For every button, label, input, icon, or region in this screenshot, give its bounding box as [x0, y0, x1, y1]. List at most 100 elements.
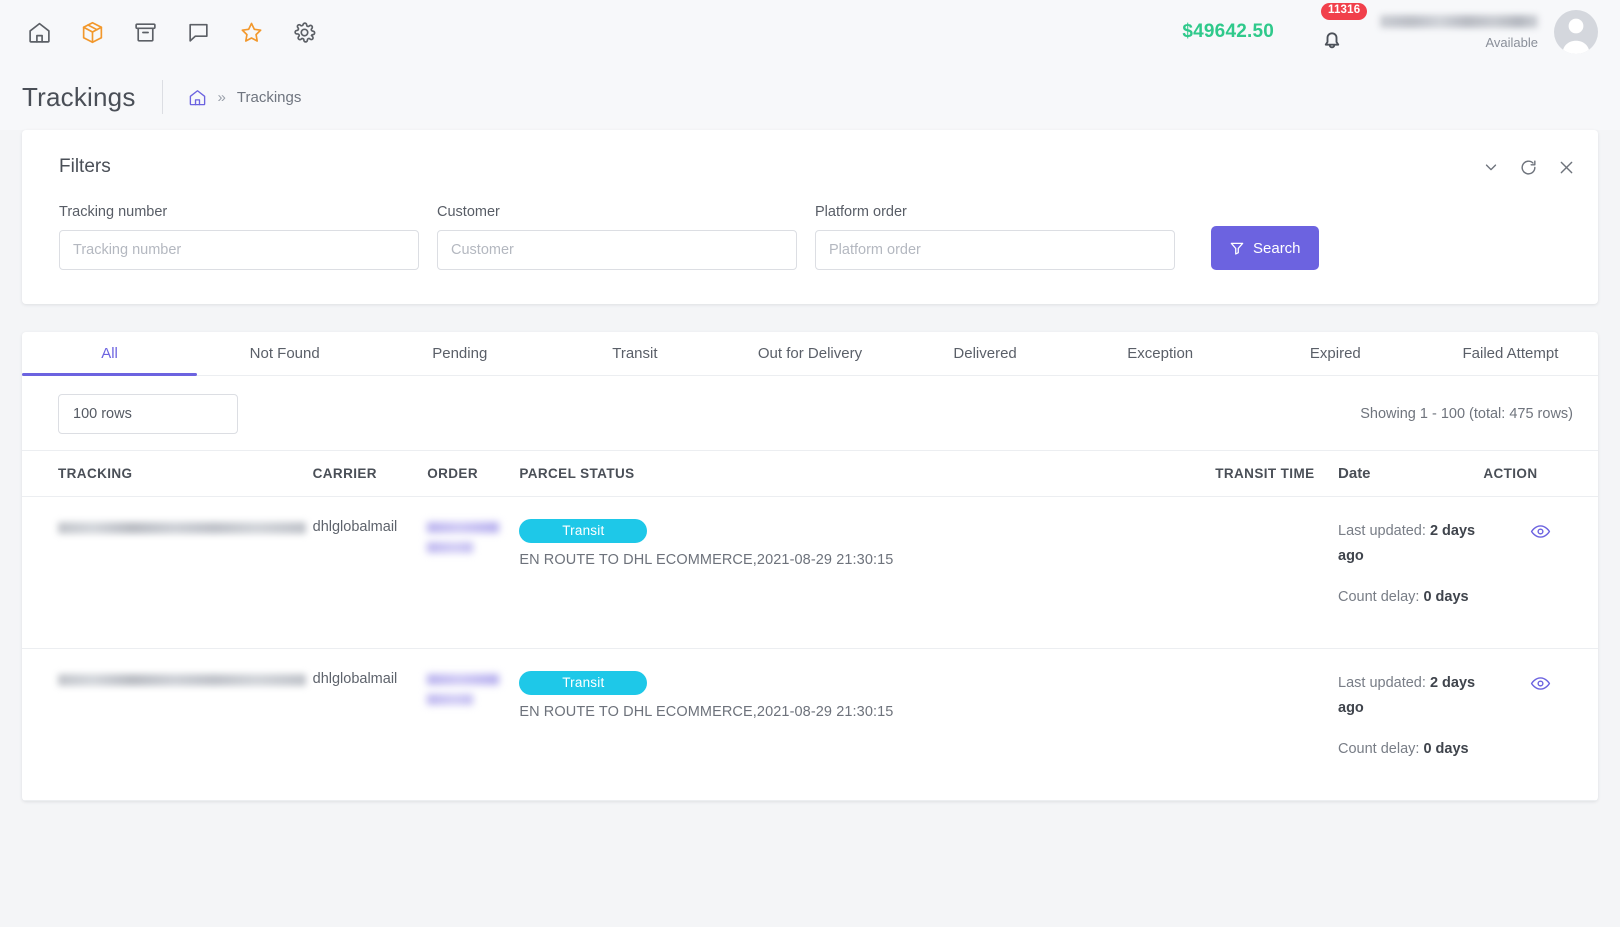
top-bar: $49642.50 11316 Available [0, 0, 1620, 64]
cell-action [1483, 648, 1598, 801]
customer-input[interactable] [437, 230, 797, 270]
status-tabs: All Not Found Pending Transit Out for De… [22, 332, 1598, 376]
notification-count-badge: 11316 [1321, 3, 1368, 20]
user-menu[interactable]: Available [1380, 14, 1538, 50]
tracking-number-input[interactable] [59, 230, 419, 270]
cell-tracking [22, 496, 313, 649]
customer-label: Customer [437, 204, 500, 220]
tab-not-found[interactable]: Not Found [197, 332, 372, 375]
column-transit-time: TRANSIT TIME [1215, 450, 1339, 497]
order-link-redacted[interactable] [427, 520, 500, 554]
last-updated-label: Last updated: [1338, 675, 1426, 691]
cell-action [1483, 496, 1598, 649]
filters-header: Filters [22, 156, 1598, 178]
filters-header-actions [1482, 158, 1576, 177]
page-header: Trackings » Trackings [0, 64, 1620, 130]
cell-order [427, 496, 520, 649]
status-badge: Transit [519, 671, 648, 695]
view-details-button[interactable] [1483, 519, 1598, 542]
breadcrumb-separator: » [217, 88, 226, 106]
breadcrumb: » Trackings [188, 88, 301, 107]
column-date: Date [1338, 450, 1484, 497]
customer-field: Customer [437, 204, 797, 270]
table-row[interactable]: dhlglobalmail Transit EN ROUTE TO DHL EC… [22, 496, 1598, 649]
tab-transit[interactable]: Transit [547, 332, 722, 375]
user-status: Available [1485, 34, 1538, 50]
table-head: TRACKING CARRIER ORDER PARCEL STATUS TRA… [22, 450, 1598, 497]
view-details-button[interactable] [1483, 671, 1598, 694]
username-redacted [1380, 14, 1538, 28]
tab-delivered[interactable]: Delivered [898, 332, 1073, 375]
column-order: ORDER [427, 450, 520, 497]
tab-failed-attempt[interactable]: Failed Attempt [1423, 332, 1598, 375]
cell-parcel-status: Transit EN ROUTE TO DHL ECOMMERCE,2021-0… [519, 496, 1216, 649]
count-delay-value: 0 days [1423, 741, 1469, 757]
platform-order-label: Platform order [815, 204, 907, 220]
search-button[interactable]: Search [1211, 226, 1319, 270]
column-tracking: TRACKING [22, 450, 313, 497]
breadcrumb-current[interactable]: Trackings [237, 89, 301, 106]
status-badge: Transit [519, 519, 648, 543]
close-icon[interactable] [1557, 158, 1576, 177]
tab-expired[interactable]: Expired [1248, 332, 1423, 375]
filters-panel: Filters Tracking number Customer Plat [22, 130, 1598, 304]
breadcrumb-home-icon[interactable] [188, 88, 207, 107]
gear-icon[interactable] [287, 15, 321, 49]
status-detail: EN ROUTE TO DHL ECOMMERCE,2021-08-29 21:… [519, 704, 894, 720]
table-row[interactable]: dhlglobalmail Transit EN ROUTE TO DHL EC… [22, 648, 1598, 801]
tab-all[interactable]: All [22, 332, 198, 376]
package-icon[interactable] [75, 15, 109, 49]
home-icon[interactable] [22, 15, 56, 49]
column-parcel-status: PARCEL STATUS [519, 450, 1216, 497]
archive-icon[interactable] [128, 15, 162, 49]
column-carrier: CARRIER [312, 450, 428, 497]
search-button-label: Search [1253, 239, 1301, 257]
avatar[interactable] [1554, 10, 1598, 54]
count-delay-label: Count delay: [1338, 741, 1420, 757]
tab-exception[interactable]: Exception [1073, 332, 1248, 375]
top-nav [22, 15, 321, 49]
eye-icon [1531, 525, 1551, 538]
table-toolbar: 100 rows Showing 1 - 100 (total: 475 row… [22, 376, 1598, 450]
filter-funnel-icon [1230, 242, 1244, 255]
table-header-row: TRACKING CARRIER ORDER PARCEL STATUS TRA… [22, 450, 1598, 497]
page-title: Trackings [22, 81, 136, 112]
cell-parcel-status: Transit EN ROUTE TO DHL ECOMMERCE,2021-0… [519, 648, 1216, 801]
refresh-icon[interactable] [1519, 158, 1538, 177]
trackings-table: TRACKING CARRIER ORDER PARCEL STATUS TRA… [22, 450, 1598, 801]
tab-pending[interactable]: Pending [372, 332, 547, 375]
order-link-redacted[interactable] [427, 672, 500, 706]
header-divider [161, 80, 163, 114]
avatar-silhouette-icon [1562, 18, 1590, 54]
cell-tracking [22, 648, 313, 801]
filters-title: Filters [59, 156, 111, 177]
filters-fields: Tracking number Customer Platform order … [22, 178, 1598, 270]
count-delay-label: Count delay: [1338, 589, 1420, 605]
cell-carrier: dhlglobalmail [312, 496, 428, 649]
tracking-number-field: Tracking number [59, 204, 419, 270]
account-balance: $49642.50 [1182, 21, 1274, 42]
tracking-number-redacted[interactable] [58, 522, 306, 534]
notifications-button[interactable]: 11316 [1310, 3, 1368, 54]
showing-count: Showing 1 - 100 (total: 475 rows) [1360, 406, 1573, 422]
bell-icon [1324, 32, 1340, 49]
cell-date: Last updated: 2 days ago Count delay: 0 … [1338, 648, 1484, 801]
tracking-number-redacted[interactable] [58, 674, 306, 686]
tracking-number-label: Tracking number [59, 204, 168, 220]
last-updated-label: Last updated: [1338, 523, 1426, 539]
collapse-icon[interactable] [1482, 158, 1500, 176]
cell-order [427, 648, 520, 801]
cell-carrier: dhlglobalmail [312, 648, 428, 801]
count-delay-value: 0 days [1423, 589, 1469, 605]
rows-per-page-select[interactable]: 100 rows [58, 394, 238, 434]
trackings-table-card: All Not Found Pending Transit Out for De… [22, 332, 1598, 801]
status-detail: EN ROUTE TO DHL ECOMMERCE,2021-08-29 21:… [519, 552, 894, 568]
platform-order-input[interactable] [815, 230, 1175, 270]
top-bar-right: $49642.50 11316 Available [1182, 0, 1598, 64]
star-icon[interactable] [234, 15, 268, 49]
column-action: ACTION [1483, 450, 1598, 497]
table-body: dhlglobalmail Transit EN ROUTE TO DHL EC… [22, 496, 1598, 801]
cell-transit-time [1215, 648, 1339, 801]
tab-out-for-delivery[interactable]: Out for Delivery [722, 332, 897, 375]
chat-icon[interactable] [181, 15, 215, 49]
